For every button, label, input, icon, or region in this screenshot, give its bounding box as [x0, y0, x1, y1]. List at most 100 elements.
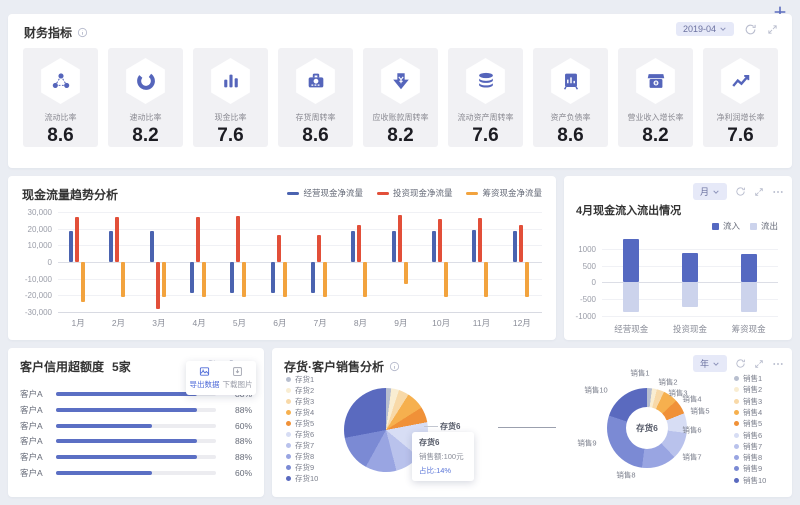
legend-item[interactable]: 存货5	[286, 418, 314, 429]
legend-item[interactable]: 投资现金净流量	[376, 187, 452, 199]
trend-bar[interactable]	[115, 217, 120, 262]
info-icon[interactable]	[389, 361, 400, 372]
legend-item[interactable]: 存货3	[286, 396, 314, 407]
credit-bar-track[interactable]	[56, 407, 216, 412]
trend-bar[interactable]	[69, 231, 73, 262]
trend-bar[interactable]	[196, 217, 200, 262]
date-selector[interactable]: 2019-04	[675, 22, 734, 36]
legend-item[interactable]: 存货6	[286, 429, 314, 440]
legend-item[interactable]: 存货2	[286, 385, 314, 396]
trend-bar[interactable]	[512, 231, 517, 262]
trend-bar[interactable]	[432, 231, 436, 262]
legend-item[interactable]: 存货9	[286, 462, 314, 473]
trend-bar[interactable]	[363, 262, 368, 297]
legend-item[interactable]: 存货1	[286, 374, 314, 385]
legend-item[interactable]: 销售8	[734, 452, 762, 463]
trend-bar[interactable]	[351, 231, 356, 262]
trend-bar[interactable]	[81, 262, 85, 302]
trend-bar[interactable]	[484, 262, 489, 297]
kpi-card[interactable]: 资产负债率 8.6	[533, 48, 608, 147]
trend-bar[interactable]	[524, 262, 529, 297]
legend-label: 销售10	[743, 475, 767, 485]
kpi-card[interactable]: 净利润增长率 7.6	[703, 48, 778, 147]
trend-bar[interactable]	[149, 231, 154, 262]
period-selector[interactable]: 月	[692, 183, 727, 200]
legend-item[interactable]: 销售6	[734, 430, 762, 441]
legend-item[interactable]: 销售4	[734, 407, 762, 418]
credit-bar-track[interactable]	[56, 471, 216, 475]
trend-bar[interactable]	[121, 262, 126, 297]
trend-bar[interactable]	[190, 262, 194, 293]
legend-item[interactable]: 存货8	[286, 451, 314, 462]
trend-bar[interactable]	[403, 262, 408, 284]
kpi-card[interactable]: 应收账款周转率 8.2	[363, 48, 438, 147]
flow-bar[interactable]	[740, 253, 757, 283]
trend-bar[interactable]	[317, 234, 321, 262]
legend-item[interactable]: 流出	[749, 220, 778, 232]
trend-bar[interactable]	[109, 231, 114, 262]
legend-item[interactable]: 经营现金净流量	[287, 187, 363, 199]
legend-item[interactable]: 存货10	[286, 473, 318, 484]
trend-bar[interactable]	[236, 216, 241, 262]
trend-bar[interactable]	[276, 234, 281, 262]
trend-bar[interactable]	[438, 218, 442, 262]
legend-item[interactable]: 销售1	[734, 373, 762, 384]
period-selector[interactable]: 年	[692, 355, 727, 372]
trend-bar[interactable]	[472, 230, 477, 262]
expand-icon[interactable]	[754, 187, 764, 197]
expand-icon[interactable]	[767, 24, 778, 35]
refresh-icon[interactable]	[744, 23, 757, 36]
trend-bar[interactable]	[230, 262, 235, 293]
legend-item[interactable]: 存货4	[286, 407, 314, 418]
kpi-card[interactable]: 流动资产周转率 7.6	[448, 48, 523, 147]
flow-bar[interactable]	[740, 282, 757, 312]
trend-bar[interactable]	[518, 225, 523, 262]
legend-item[interactable]: 销售10	[734, 475, 766, 486]
trend-bar[interactable]	[444, 262, 448, 297]
info-icon[interactable]	[77, 27, 88, 38]
flow-bar[interactable]	[623, 238, 640, 283]
trend-bar[interactable]	[202, 262, 206, 297]
legend-item[interactable]: 流入	[711, 220, 740, 232]
legend-item[interactable]: 存货7	[286, 440, 314, 451]
trend-bar[interactable]	[391, 231, 396, 262]
trend-bar[interactable]	[155, 262, 160, 309]
kpi-card[interactable]: 存货周转率 8.6	[278, 48, 353, 147]
trend-bar[interactable]	[75, 217, 79, 262]
more-icon[interactable]	[772, 186, 784, 198]
legend-item[interactable]: 销售5	[734, 418, 762, 429]
legend-item[interactable]: 销售2	[734, 384, 762, 395]
kpi-card[interactable]: 营业收入增长率 8.2	[618, 48, 693, 147]
flow-bar[interactable]	[682, 282, 698, 307]
kpi-card[interactable]: 速动比率 8.2	[108, 48, 183, 147]
credit-bar-fill	[56, 407, 197, 412]
legend-item[interactable]: 销售9	[734, 463, 762, 474]
trend-bar[interactable]	[478, 217, 483, 262]
trend-bar[interactable]	[397, 214, 402, 262]
sales-donut-chart[interactable]: 存货6	[607, 388, 687, 468]
kpi-card[interactable]: 流动比率 8.6	[23, 48, 98, 147]
credit-bar-track[interactable]	[56, 423, 216, 428]
more-icon[interactable]	[772, 358, 784, 370]
trend-bar[interactable]	[242, 262, 247, 297]
kpi-card[interactable]: 现金比率 7.6	[193, 48, 268, 147]
trend-bar[interactable]	[282, 262, 287, 297]
legend-item[interactable]: 销售3	[734, 396, 762, 407]
trend-bar[interactable]	[270, 262, 275, 293]
credit-bar-track[interactable]	[56, 455, 216, 460]
legend-item[interactable]: 筹资现金净流量	[466, 187, 542, 199]
flow-bar[interactable]	[682, 252, 698, 283]
trend-bar[interactable]	[311, 262, 315, 293]
trend-bar[interactable]	[323, 262, 327, 297]
refresh-icon[interactable]	[735, 358, 746, 369]
refresh-icon[interactable]	[735, 186, 746, 197]
expand-icon[interactable]	[754, 359, 764, 369]
flow-bar[interactable]	[623, 282, 640, 312]
trend-bar[interactable]	[357, 225, 362, 262]
legend-item[interactable]: 销售7	[734, 441, 762, 452]
credit-bar-track[interactable]	[56, 439, 216, 444]
trend-bar[interactable]	[161, 262, 166, 297]
y-axis-label: 30,000	[27, 208, 52, 217]
export-data-button[interactable]: 导出数据	[188, 366, 221, 390]
download-image-button[interactable]: 下载图片	[221, 366, 254, 390]
